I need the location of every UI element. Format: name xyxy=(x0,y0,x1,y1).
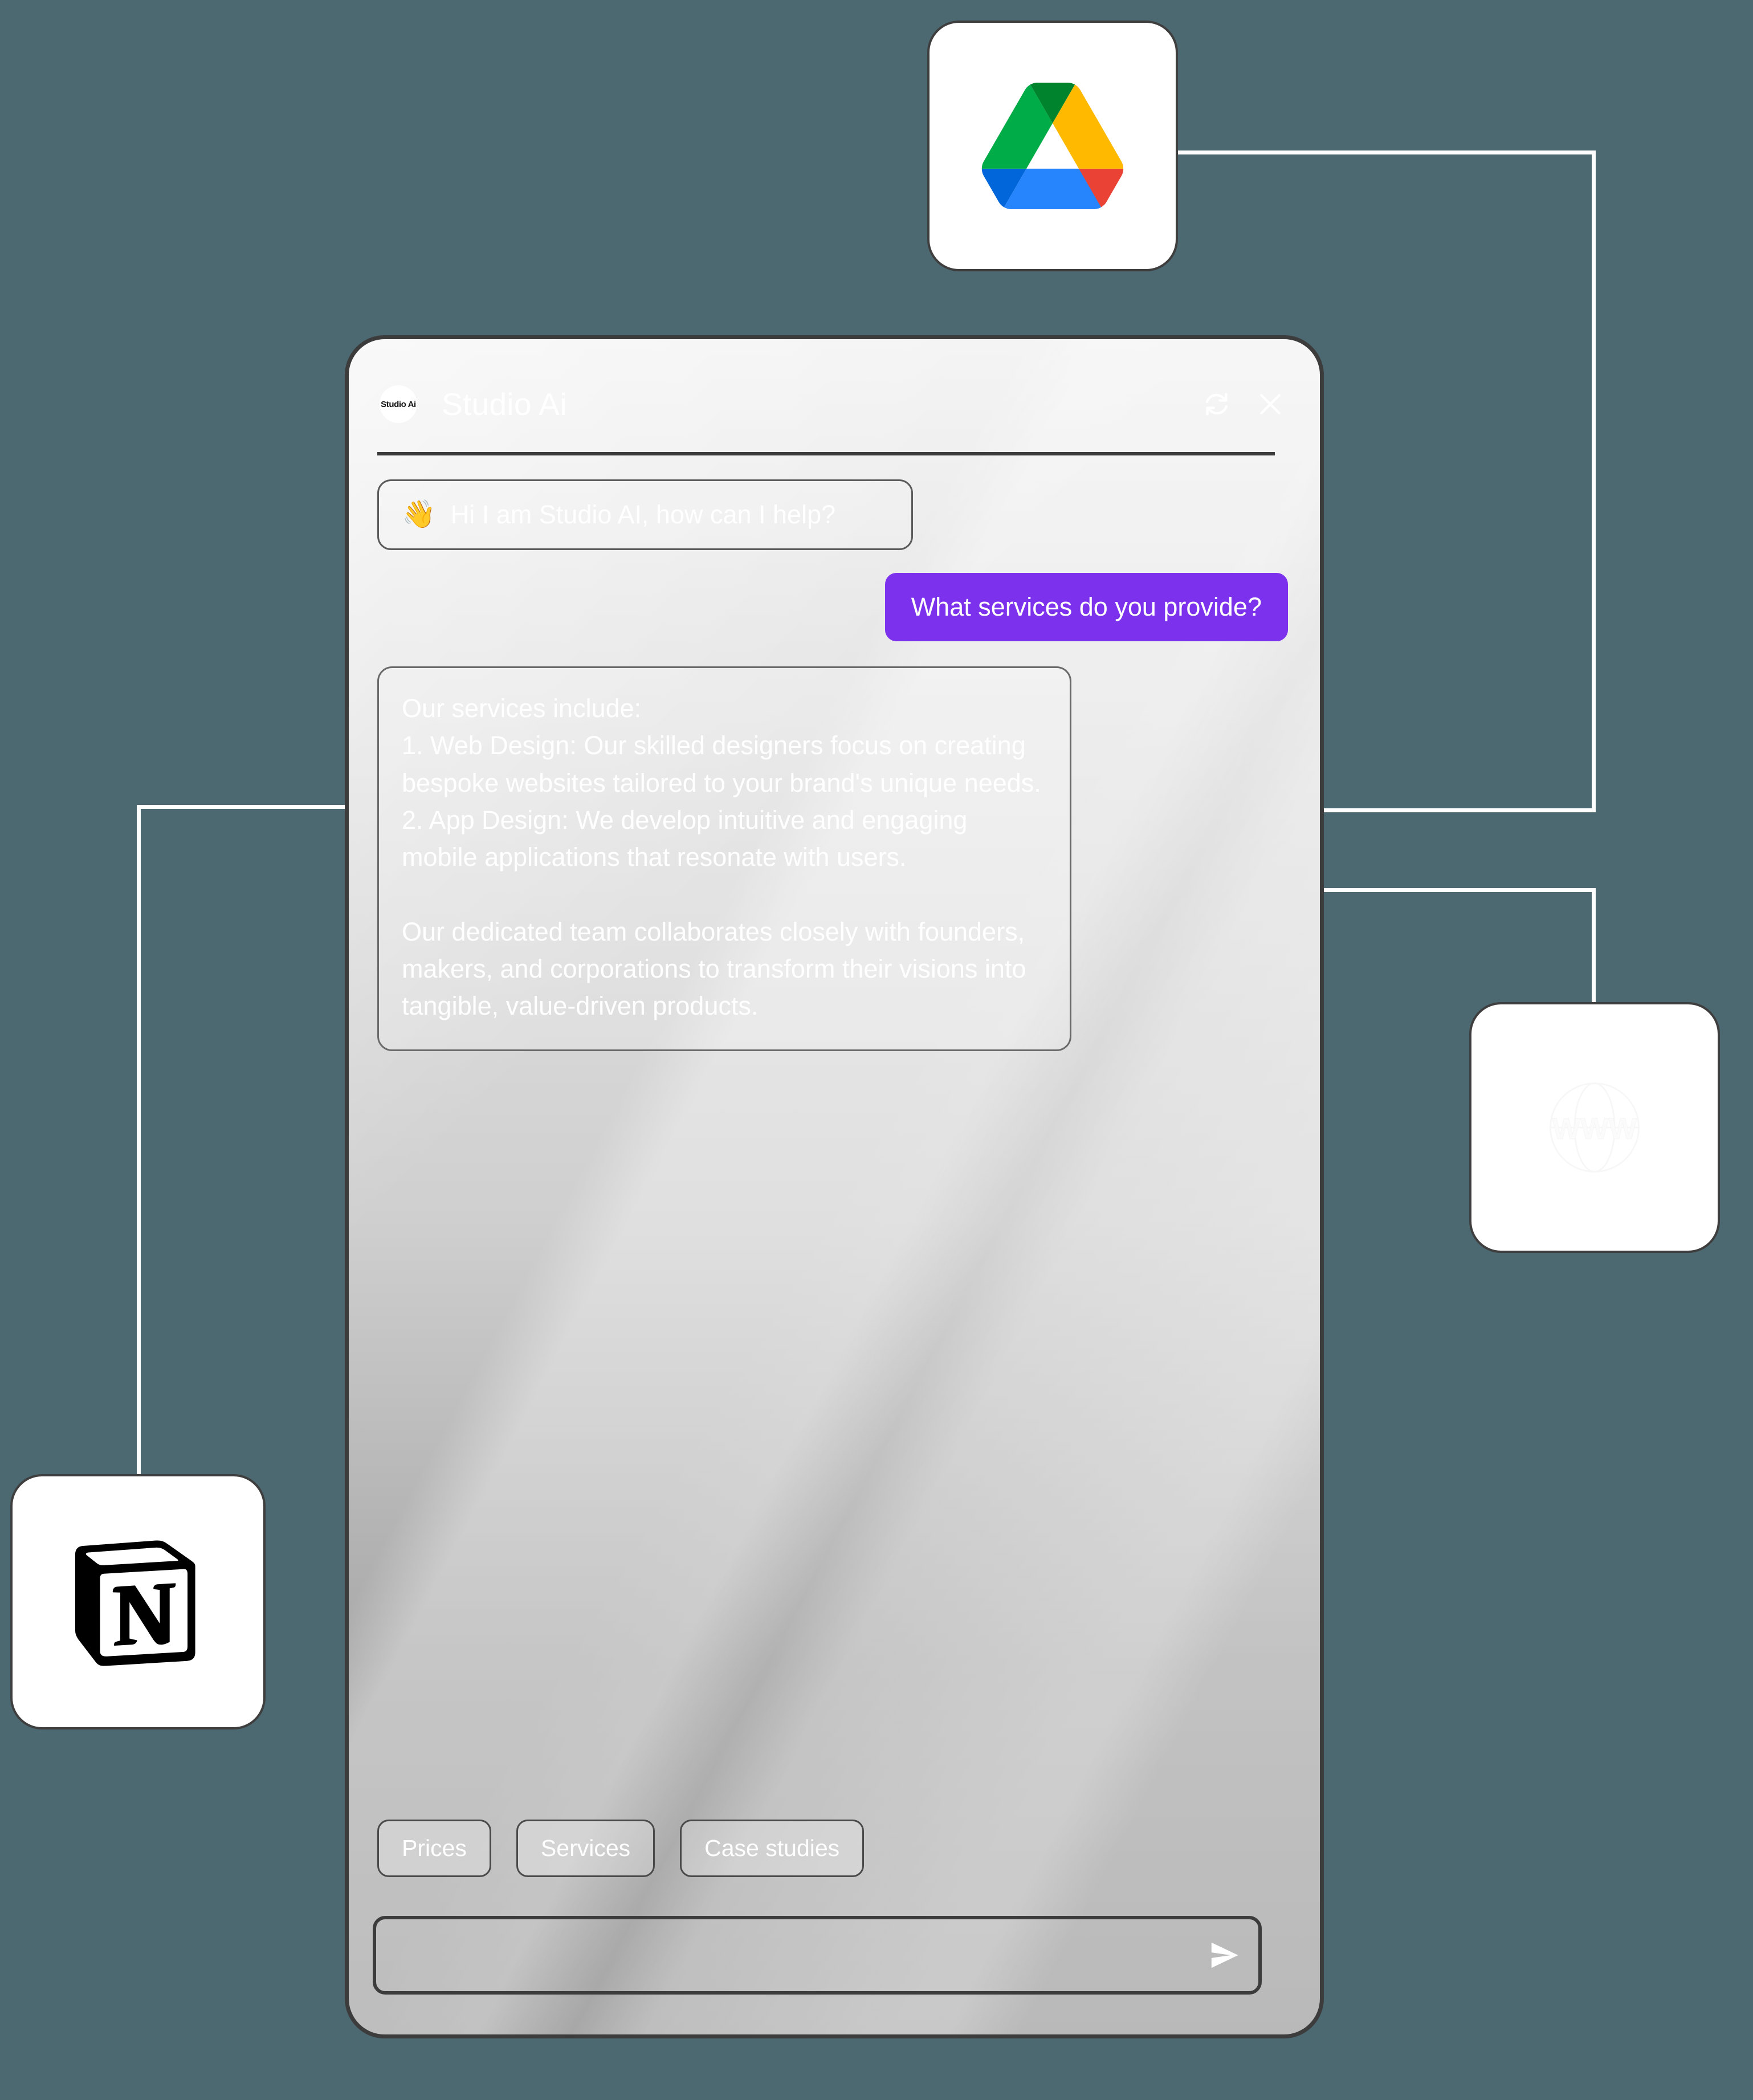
message-row-assistant: Our services include: 1. Web Design: Our… xyxy=(377,641,1291,1052)
chat-widget-phone: Studio Ai Studio Ai 👋 Hi I am Studio AI,… xyxy=(345,335,1324,2038)
avatar: Studio Ai xyxy=(380,385,417,423)
assistant-response-bubble: Our services include: 1. Web Design: Our… xyxy=(377,666,1071,1052)
connector-drive-vertical xyxy=(1592,150,1596,812)
suggestion-chips: Prices Services Case studies xyxy=(377,1820,865,1877)
refresh-icon xyxy=(1205,393,1228,416)
message-list: 👋 Hi I am Studio AI, how can I help? Wha… xyxy=(377,455,1291,1052)
canvas: WWW Studio Ai Studio Ai 👋 Hi I am Studio… xyxy=(0,0,1753,2100)
connector-drive-horizontal-top xyxy=(1168,150,1596,154)
connector-www-vertical xyxy=(1592,888,1596,1002)
page-title: Studio Ai xyxy=(442,386,567,422)
avatar-label: Studio Ai xyxy=(381,399,416,409)
integration-tile-google-drive[interactable] xyxy=(927,21,1178,271)
message-input[interactable] xyxy=(376,1919,1190,1991)
close-icon xyxy=(1260,394,1281,414)
connector-notion-vertical xyxy=(137,805,141,1480)
suggestion-chip-services[interactable]: Services xyxy=(516,1820,655,1877)
message-row-user: What services do you provide? xyxy=(377,550,1291,641)
refresh-button[interactable] xyxy=(1201,389,1232,420)
message-row-greeting: 👋 Hi I am Studio AI, how can I help? xyxy=(377,479,1291,550)
suggestion-chip-case-studies[interactable]: Case studies xyxy=(680,1820,865,1877)
send-icon xyxy=(1211,1942,1238,1968)
integration-tile-notion[interactable] xyxy=(10,1474,266,1729)
header-actions xyxy=(1201,389,1291,420)
user-message-text: What services do you provide? xyxy=(911,592,1262,621)
google-drive-icon xyxy=(981,83,1124,209)
composer xyxy=(373,1916,1262,1995)
suggestion-chip-prices[interactable]: Prices xyxy=(377,1820,491,1877)
assistant-response-text: Our services include: 1. Web Design: Our… xyxy=(402,694,1041,1020)
user-message-bubble: What services do you provide? xyxy=(884,573,1288,641)
www-globe-icon: WWW xyxy=(1550,1082,1640,1173)
notion-icon xyxy=(75,1540,195,1666)
waving-hand-icon: 👋 xyxy=(402,499,436,530)
assistant-greeting-text: Hi I am Studio AI, how can I help? xyxy=(450,500,836,529)
integration-tile-website[interactable]: WWW xyxy=(1469,1002,1720,1253)
send-button[interactable] xyxy=(1190,1919,1258,1991)
close-button[interactable] xyxy=(1255,389,1286,420)
svg-text:WWW: WWW xyxy=(1552,1112,1637,1146)
assistant-greeting-bubble: 👋 Hi I am Studio AI, how can I help? xyxy=(377,479,913,550)
chat-header: Studio Ai Studio Ai xyxy=(377,339,1291,442)
